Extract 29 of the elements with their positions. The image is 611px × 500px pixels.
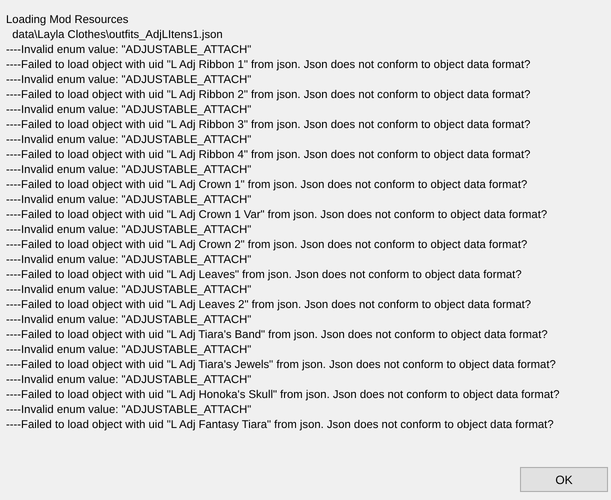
message-line: ----Failed to load object with uid "L Adj Crown 1" from json. Json does not conform to object data format? bbox=[6, 178, 528, 193]
message-line: ----Invalid enum value: "ADJUSTABLE_ATTACH" bbox=[6, 253, 252, 268]
message-line: ----Failed to load object with uid "L Adj Tiara's Band" from json. Json does not conform to object data format? bbox=[6, 328, 548, 343]
message-line: ----Invalid enum value: "ADJUSTABLE_ATTACH" bbox=[6, 223, 252, 238]
message-line: ----Invalid enum value: "ADJUSTABLE_ATTACH" bbox=[6, 103, 252, 118]
message-line: ----Failed to load object with uid "L Adj Ribbon 2" from json. Json does not conform to object data format? bbox=[6, 88, 530, 103]
message-line: ----Failed to load object with uid "L Adj Leaves 2" from json. Json does not conform to object data format? bbox=[6, 298, 532, 313]
message-line: ----Invalid enum value: "ADJUSTABLE_ATTACH" bbox=[6, 193, 252, 208]
message-line: ----Failed to load object with uid "L Adj Crown 1 Var" from json. Json does not conform to object data format? bbox=[6, 208, 548, 223]
message-line: ----Failed to load object with uid "L Adj Honoka's Skull" from json. Json does not conform to object data format? bbox=[6, 388, 560, 403]
message-line: data\Layla Clothes\outfits_AdjLItens1.json bbox=[11, 28, 223, 43]
message-line: ----Invalid enum value: "ADJUSTABLE_ATTACH" bbox=[6, 403, 252, 418]
message-line: ----Invalid enum value: "ADJUSTABLE_ATTACH" bbox=[6, 133, 252, 148]
message-line: ----Failed to load object with uid "L Adj Ribbon 3" from json. Json does not conform to object data format? bbox=[6, 118, 530, 133]
message-line: ----Failed to load object with uid "L Adj Ribbon 1" from json. Json does not conform to object data format? bbox=[6, 58, 530, 73]
message-line: ----Invalid enum value: "ADJUSTABLE_ATTACH" bbox=[6, 373, 252, 388]
message-line: ----Invalid enum value: "ADJUSTABLE_ATTACH" bbox=[6, 343, 252, 358]
message-line: ----Failed to load object with uid "L Adj Leaves" from json. Json does not conform to object data format? bbox=[6, 268, 522, 283]
message-line: ----Invalid enum value: "ADJUSTABLE_ATTACH" bbox=[6, 163, 252, 178]
message-line: ----Invalid enum value: "ADJUSTABLE_ATTACH" bbox=[6, 43, 252, 58]
message-line: ----Invalid enum value: "ADJUSTABLE_ATTACH" bbox=[6, 313, 252, 328]
message-line: ----Failed to load object with uid "L Adj Ribbon 4" from json. Json does not conform to object data format? bbox=[6, 148, 530, 163]
message-line: ----Failed to load object with uid "L Adj Crown 2" from json. Json does not conform to object data format? bbox=[6, 238, 528, 253]
ok-button[interactable]: OK bbox=[520, 467, 608, 492]
message-line: ----Invalid enum value: "ADJUSTABLE_ATTACH" bbox=[6, 283, 252, 298]
message-line: ----Failed to load object with uid "L Adj Fantasy Tiara" from json. Json does not conform to object data format? bbox=[6, 418, 554, 433]
message-line: Loading Mod Resources bbox=[6, 13, 128, 28]
message-line: ----Invalid enum value: "ADJUSTABLE_ATTACH" bbox=[6, 73, 252, 88]
message-line: ----Failed to load object with uid "L Adj Tiara's Jewels" from json. Json does not conform to object data format? bbox=[6, 358, 556, 373]
